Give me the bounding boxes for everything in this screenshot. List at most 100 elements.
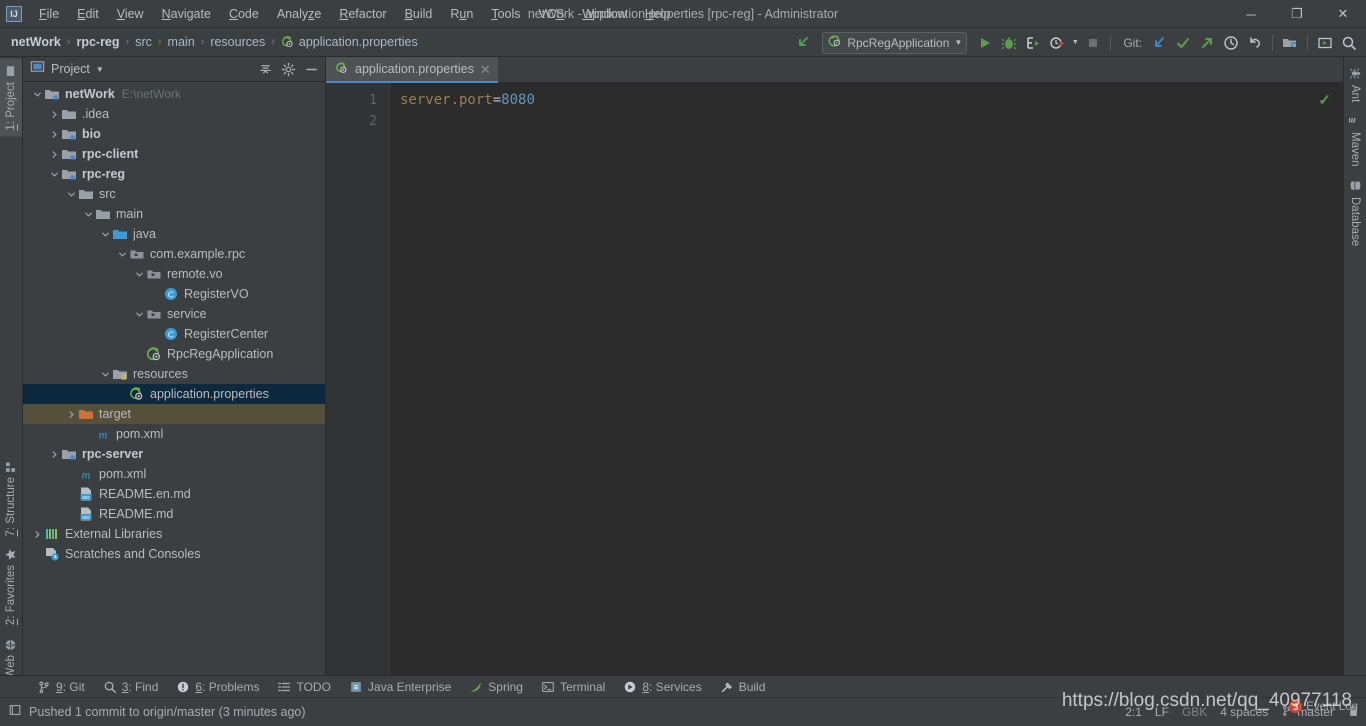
tool-window-button-6-problems[interactable]: 6: Problems bbox=[167, 678, 268, 696]
tool-window-button-9-git[interactable]: 9: Git bbox=[28, 678, 94, 696]
tree-node-readme-md[interactable]: MD README.md bbox=[23, 504, 325, 524]
tool-window-button-ant[interactable]: Ant bbox=[1344, 61, 1366, 108]
tree-node-external-libraries[interactable]: External Libraries bbox=[23, 524, 325, 544]
chevron-right-icon[interactable] bbox=[31, 524, 44, 544]
chevron-down-icon[interactable] bbox=[31, 84, 44, 104]
chevron-down-icon[interactable] bbox=[99, 224, 112, 244]
tool-window-button-java-enterprise[interactable]: Java Enterprise bbox=[340, 678, 460, 696]
event-log-widget[interactable]: 3 Event Log bbox=[1289, 700, 1358, 713]
file-encoding[interactable]: GBK bbox=[1182, 705, 1207, 719]
indent-setting[interactable]: 4 spaces bbox=[1220, 705, 1268, 719]
run-with-coverage-icon[interactable] bbox=[1022, 32, 1044, 54]
tree-node-registervo[interactable]: C RegisterVO bbox=[23, 284, 325, 304]
chevron-down-icon[interactable] bbox=[99, 364, 112, 384]
tree-node-scratches-and-consoles[interactable]: Scratches and Consoles bbox=[23, 544, 325, 564]
tree-node-bio[interactable]: bio bbox=[23, 124, 325, 144]
tree-node-pom-xml[interactable]: m pom.xml bbox=[23, 464, 325, 484]
tool-window-button-1-project[interactable]: 1: Project bbox=[0, 59, 22, 137]
chevron-down-icon[interactable] bbox=[65, 184, 78, 204]
chevron-right-icon[interactable] bbox=[48, 104, 61, 124]
code-editor[interactable]: 12 server.port=8080 ✓ bbox=[326, 83, 1343, 686]
git-push-icon[interactable] bbox=[1196, 32, 1218, 54]
chevron-right-icon[interactable] bbox=[48, 144, 61, 164]
tree-node-remote-vo[interactable]: remote.vo bbox=[23, 264, 325, 284]
tool-window-button-terminal[interactable]: Terminal bbox=[532, 678, 614, 696]
minimize-button[interactable]: ─ bbox=[1228, 0, 1274, 28]
tree-node--idea[interactable]: .idea bbox=[23, 104, 325, 124]
close-icon[interactable]: ✕ bbox=[480, 63, 491, 76]
tree-node-service[interactable]: service bbox=[23, 304, 325, 324]
chevron-down-icon[interactable] bbox=[82, 204, 95, 224]
breadcrumb-item-src[interactable]: src bbox=[132, 33, 155, 51]
tool-window-button-3-find[interactable]: 3: Find bbox=[94, 678, 168, 696]
caret-position[interactable]: 2:1 bbox=[1125, 705, 1142, 719]
tree-node-java[interactable]: java bbox=[23, 224, 325, 244]
chevron-down-icon[interactable] bbox=[133, 304, 146, 324]
project-structure-icon[interactable] bbox=[1279, 32, 1301, 54]
menu-item-build[interactable]: Build bbox=[396, 3, 442, 25]
tree-node-target[interactable]: target bbox=[23, 404, 325, 424]
search-everywhere-icon[interactable] bbox=[1338, 32, 1360, 54]
run-icon[interactable] bbox=[974, 32, 996, 54]
editor-tab-application-properties[interactable]: application.properties ✕ bbox=[326, 57, 498, 83]
menu-item-view[interactable]: View bbox=[108, 3, 153, 25]
tree-node-application-properties[interactable]: application.properties bbox=[23, 384, 325, 404]
status-message[interactable]: Pushed 1 commit to origin/master (3 minu… bbox=[29, 705, 306, 719]
tool-window-button-database[interactable]: Database bbox=[1344, 173, 1366, 252]
tree-node-com-example-rpc[interactable]: com.example.rpc bbox=[23, 244, 325, 264]
menu-item-help[interactable]: Help bbox=[636, 3, 680, 25]
hide-panel-icon[interactable] bbox=[301, 59, 321, 79]
maximize-button[interactable]: ❐ bbox=[1274, 0, 1320, 28]
tree-node-readme-en-md[interactable]: MD README.en.md bbox=[23, 484, 325, 504]
debug-icon[interactable] bbox=[998, 32, 1020, 54]
menu-item-window[interactable]: Window bbox=[573, 3, 635, 25]
tool-window-button-build[interactable]: Build bbox=[711, 678, 775, 696]
tree-node-main[interactable]: main bbox=[23, 204, 325, 224]
tree-node-rpc-client[interactable]: rpc-client bbox=[23, 144, 325, 164]
chevron-down-icon[interactable] bbox=[133, 264, 146, 284]
chevron-right-icon[interactable] bbox=[65, 404, 78, 424]
git-commit-icon[interactable] bbox=[1172, 32, 1194, 54]
profiler-dropdown-icon[interactable]: ▼ bbox=[1070, 32, 1080, 54]
profiler-icon[interactable] bbox=[1046, 32, 1068, 54]
code-line[interactable]: server.port=8080 bbox=[400, 90, 1343, 111]
git-update-icon[interactable] bbox=[1148, 32, 1170, 54]
menu-item-navigate[interactable]: Navigate bbox=[153, 3, 220, 25]
chevron-down-icon[interactable] bbox=[116, 244, 129, 264]
breadcrumb-item-application-properties[interactable]: application.properties bbox=[278, 33, 421, 51]
tool-window-button-7-structure[interactable]: 7: Structure bbox=[0, 454, 22, 542]
menu-item-run[interactable]: Run bbox=[441, 3, 482, 25]
tool-window-button-maven[interactable]: m Maven bbox=[1344, 108, 1366, 173]
tool-window-button-todo[interactable]: TODO bbox=[268, 678, 339, 696]
tool-window-button-2-favorites[interactable]: 2: Favorites bbox=[0, 542, 22, 631]
line-separator[interactable]: LF bbox=[1155, 705, 1169, 719]
breadcrumb-item-network[interactable]: netWork bbox=[8, 33, 64, 51]
tree-node-pom-xml[interactable]: m pom.xml bbox=[23, 424, 325, 444]
collapse-all-icon[interactable] bbox=[255, 59, 275, 79]
tool-window-button-spring[interactable]: Spring bbox=[460, 678, 532, 696]
git-revert-icon[interactable] bbox=[1244, 32, 1266, 54]
tool-window-button-8-services[interactable]: 8: Services bbox=[614, 678, 710, 696]
back-arrow-icon[interactable] bbox=[793, 32, 815, 54]
chevron-down-icon[interactable]: ▼ bbox=[96, 65, 104, 74]
chevron-right-icon[interactable] bbox=[48, 444, 61, 464]
run-configuration-selector[interactable]: RpcRegApplication ▼ bbox=[822, 31, 968, 54]
tree-node-src[interactable]: src bbox=[23, 184, 325, 204]
tree-node-resources[interactable]: resources bbox=[23, 364, 325, 384]
menu-item-file[interactable]: File bbox=[30, 3, 68, 25]
close-button[interactable]: ✕ bbox=[1320, 0, 1366, 28]
tree-node-network[interactable]: netWork E:\netWork bbox=[23, 84, 325, 104]
menu-item-edit[interactable]: Edit bbox=[68, 3, 108, 25]
gear-icon[interactable] bbox=[278, 59, 298, 79]
chevron-down-icon[interactable] bbox=[48, 164, 61, 184]
code-line[interactable] bbox=[400, 111, 1343, 132]
project-tree[interactable]: netWork E:\netWork .idea bio rpc-client rpc-r… bbox=[23, 82, 325, 686]
breadcrumb-item-main[interactable]: main bbox=[165, 33, 198, 51]
tree-node-registercenter[interactable]: C RegisterCenter bbox=[23, 324, 325, 344]
menu-item-vcs[interactable]: VCS bbox=[530, 3, 574, 25]
inspection-ok-icon[interactable]: ✓ bbox=[1318, 91, 1331, 109]
tree-node-rpcregapplication[interactable]: RpcRegApplication bbox=[23, 344, 325, 364]
breadcrumb-item-resources[interactable]: resources bbox=[207, 33, 268, 51]
run-anything-icon[interactable] bbox=[1314, 32, 1336, 54]
menu-item-code[interactable]: Code bbox=[220, 3, 268, 25]
